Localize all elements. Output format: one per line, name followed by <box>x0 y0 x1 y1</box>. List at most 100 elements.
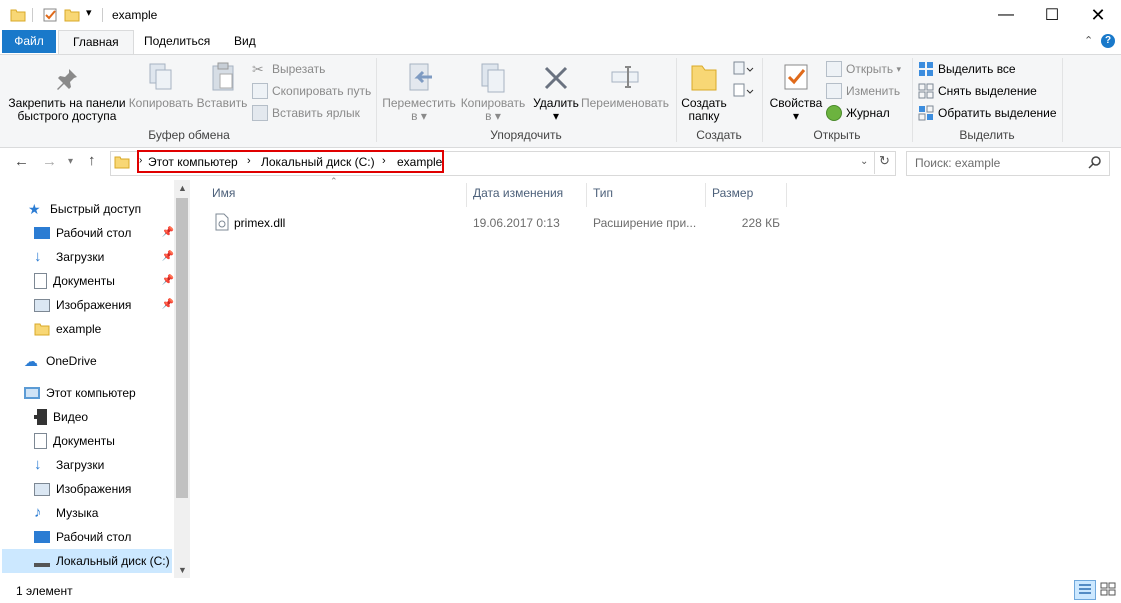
paste-button[interactable]: Вставить <box>194 97 250 110</box>
pin-label-line2: быстрого доступа <box>17 109 117 123</box>
cut-label: Вырезать <box>272 62 326 76</box>
nav-onedrive[interactable]: ☁ OneDrive <box>24 349 97 373</box>
column-header-date[interactable]: Дата изменения <box>473 186 563 200</box>
forward-arrow-icon[interactable]: → <box>42 153 57 170</box>
breadcrumb-example[interactable]: example <box>397 155 442 169</box>
group-divider <box>912 58 913 142</box>
invert-selection-icon <box>918 105 934 121</box>
edit-button[interactable]: Изменить <box>826 81 900 101</box>
large-icons-view-button[interactable] <box>1098 580 1120 600</box>
address-dropdown-icon[interactable]: ⌄ <box>860 156 868 167</box>
new-folder-button[interactable]: Создать папку <box>678 97 730 123</box>
history-label: Журнал <box>846 106 890 120</box>
scroll-down-icon[interactable]: ▼ <box>178 565 187 575</box>
nav-scroll-thumb[interactable] <box>176 198 188 498</box>
nav-item-pc-documents[interactable]: Документы <box>34 429 115 453</box>
breadcrumb-this-pc[interactable]: Этот компьютер <box>148 155 238 169</box>
pin-icon[interactable]: 📌 <box>162 269 174 293</box>
recent-locations-icon[interactable]: ▾ <box>68 156 73 167</box>
qat-divider <box>32 8 33 22</box>
document-icon <box>34 433 47 449</box>
copy-to-button[interactable]: Копировать в ▾ <box>456 97 530 123</box>
title-bar <box>0 0 1121 30</box>
column-header-name[interactable]: Имя <box>212 186 235 200</box>
paste-shortcut-button[interactable]: Вставить ярлык <box>252 103 360 123</box>
breadcrumb-local-disk[interactable]: Локальный диск (C:) <box>261 155 375 169</box>
maximize-button[interactable]: ☐ <box>1029 0 1075 30</box>
pin-icon[interactable]: 📌 <box>162 221 174 245</box>
column-header-size[interactable]: Размер <box>712 186 753 200</box>
sort-ascending-icon: ⌃ <box>330 176 338 186</box>
large-icons-view-icon <box>1100 582 1116 596</box>
tab-view[interactable]: Вид <box>220 30 270 53</box>
nav-item-pictures[interactable]: Изображения 📌 <box>34 293 174 317</box>
nav-item-local-disk[interactable]: Локальный диск (C:) <box>34 549 170 573</box>
copy-path-button[interactable]: Скопировать путь <box>252 81 371 101</box>
invert-selection-button[interactable]: Обратить выделение <box>918 103 1057 123</box>
history-button[interactable]: Журнал <box>826 103 890 123</box>
nav-item-pc-downloads[interactable]: ↓ Загрузки <box>34 453 104 477</box>
help-icon[interactable]: ? <box>1101 34 1115 48</box>
delete-icon <box>544 66 568 90</box>
nav-item-example[interactable]: example <box>34 317 101 341</box>
qat-dropdown-icon[interactable]: ▾ <box>86 6 92 19</box>
nav-this-pc[interactable]: Этот компьютер <box>24 381 136 405</box>
column-header-type[interactable]: Тип <box>593 186 613 200</box>
nav-item-videos[interactable]: Видео <box>34 405 88 429</box>
invert-selection-label: Обратить выделение <box>938 106 1057 120</box>
search-icon[interactable] <box>1088 155 1102 169</box>
copy-to-line2: в ▾ <box>485 109 501 123</box>
minimize-button[interactable]: — <box>983 0 1029 30</box>
delete-button[interactable]: Удалить ▾ <box>530 97 582 123</box>
copy-to-icon <box>481 63 505 93</box>
group-label-open: Открыть <box>813 128 861 142</box>
copy-path-label: Скопировать путь <box>272 84 372 98</box>
breadcrumb-chevron-icon[interactable]: › <box>382 155 386 167</box>
nav-item-documents[interactable]: Документы 📌 <box>34 269 174 293</box>
group-label-clipboard: Буфер обмена <box>148 128 230 142</box>
column-divider[interactable] <box>586 183 587 207</box>
back-arrow-icon[interactable]: ← <box>14 153 29 170</box>
cut-button[interactable]: ✂ Вырезать <box>252 59 325 79</box>
music-note-icon: ♪ <box>34 504 42 521</box>
tab-file[interactable]: Файл <box>2 30 56 53</box>
breadcrumb-chevron-icon[interactable]: › <box>139 155 142 166</box>
column-divider[interactable] <box>466 183 467 207</box>
scroll-up-icon[interactable]: ▲ <box>178 183 187 193</box>
new-item-icon[interactable] <box>732 60 754 78</box>
nav-item-pc-desktop[interactable]: Рабочий стол <box>34 525 131 549</box>
pictures-icon <box>34 482 50 496</box>
select-none-button[interactable]: Снять выделение <box>918 81 1037 101</box>
minimize-ribbon-icon[interactable]: ⌃ <box>1084 34 1093 47</box>
up-arrow-icon[interactable]: ↑ <box>88 152 96 169</box>
nav-item-pc-pictures[interactable]: Изображения <box>34 477 131 501</box>
pin-icon[interactable]: 📌 <box>162 245 174 269</box>
rename-button[interactable]: Переименовать <box>580 97 670 110</box>
nav-item-music[interactable]: ♪ Музыка <box>34 501 98 525</box>
properties-icon[interactable] <box>42 7 58 23</box>
tab-share[interactable]: Поделиться <box>130 30 224 53</box>
close-button[interactable]: ✕ <box>1075 0 1121 30</box>
column-divider[interactable] <box>786 183 787 207</box>
move-to-button[interactable]: Переместить в ▾ <box>382 97 456 123</box>
group-divider <box>1062 58 1063 142</box>
refresh-icon[interactable]: ↻ <box>879 153 890 169</box>
new-folder-icon[interactable] <box>64 7 80 23</box>
properties-big-icon <box>784 64 808 90</box>
download-arrow-icon: ↓ <box>34 248 42 265</box>
nav-quick-access[interactable]: ★ Быстрый доступ <box>28 197 141 221</box>
open-button[interactable]: Открыть ▾ <box>826 59 901 79</box>
details-view-button[interactable] <box>1074 580 1096 600</box>
nav-item-downloads[interactable]: ↓ Загрузки 📌 <box>34 245 174 269</box>
group-label-select: Выделить <box>959 128 1015 142</box>
easy-access-icon[interactable] <box>732 82 754 100</box>
pin-to-quick-access-button[interactable]: Закрепить на панели быстрого доступа <box>6 97 128 123</box>
select-all-button[interactable]: Выделить все <box>918 59 1016 79</box>
nav-item-desktop[interactable]: Рабочий стол 📌 <box>34 221 174 245</box>
pin-icon[interactable]: 📌 <box>162 293 174 317</box>
copy-button[interactable]: Копировать <box>126 97 196 110</box>
column-divider[interactable] <box>705 183 706 207</box>
tab-home[interactable]: Главная <box>58 30 134 55</box>
properties-button[interactable]: Свойства ▾ <box>766 97 826 123</box>
breadcrumb-chevron-icon[interactable]: › <box>247 155 251 167</box>
